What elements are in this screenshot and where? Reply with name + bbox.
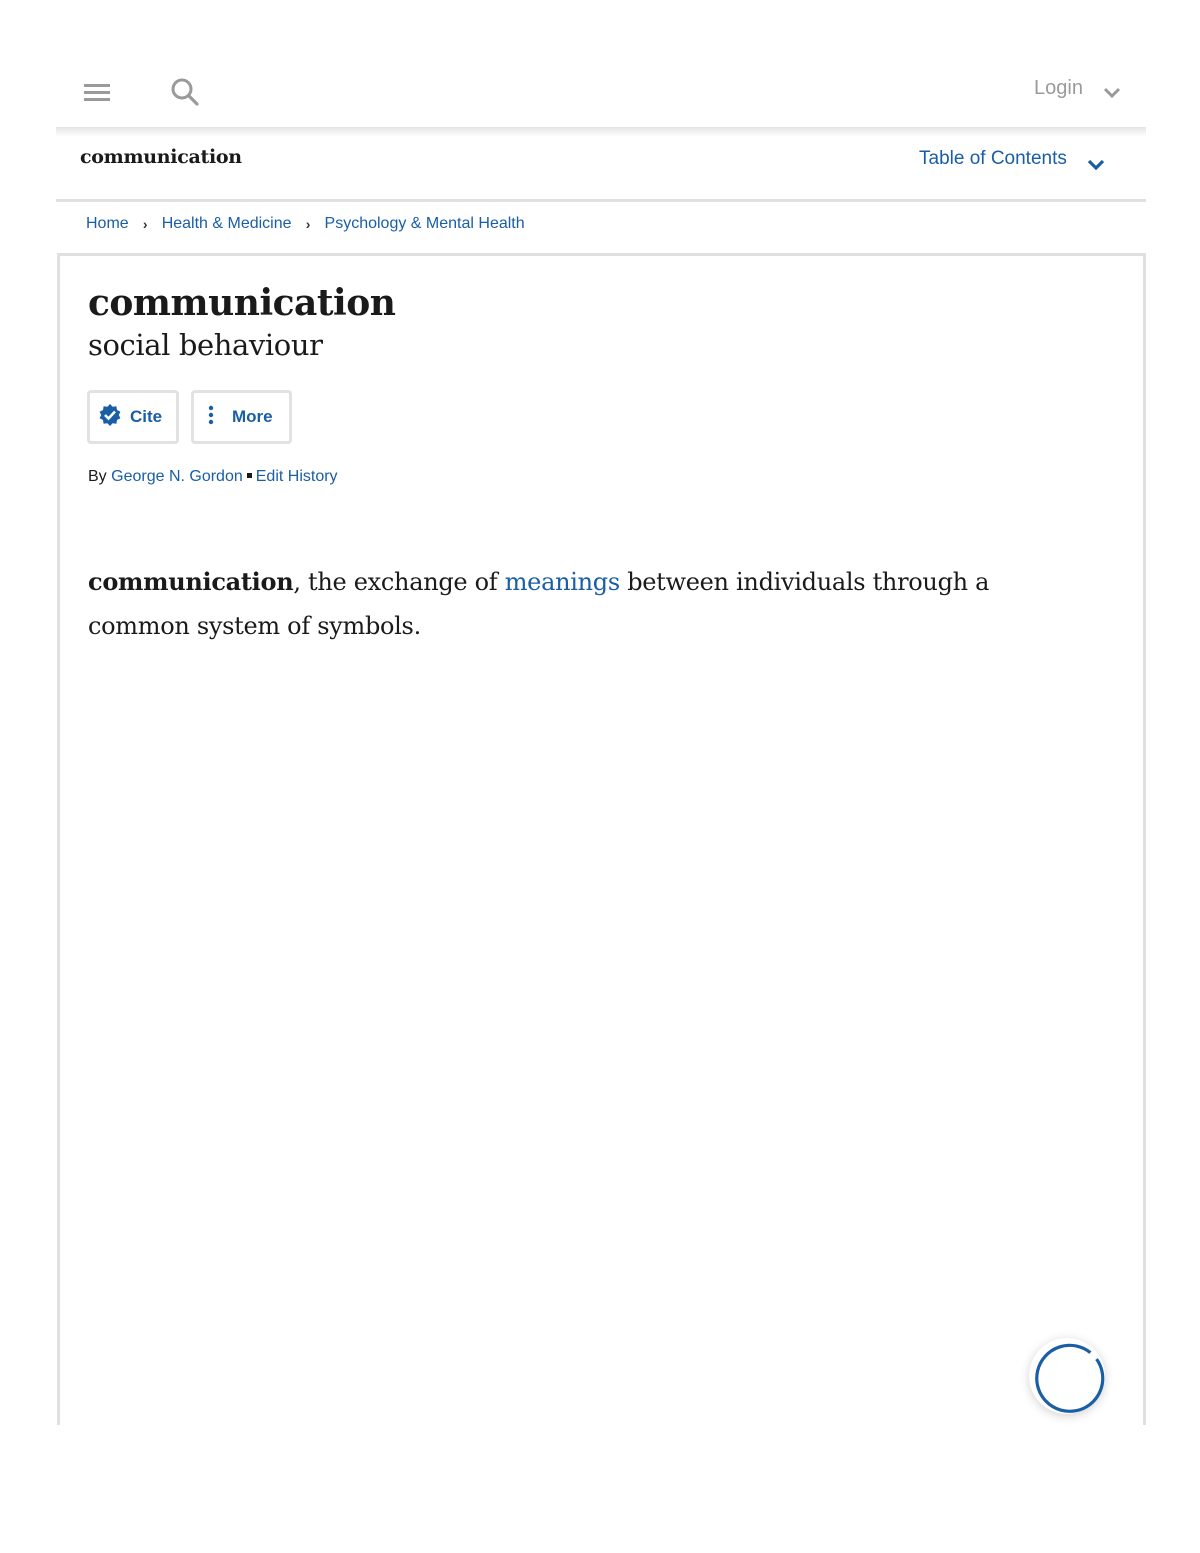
loading-spinner-icon xyxy=(1029,1338,1105,1414)
breadcrumb-health-medicine[interactable]: Health & Medicine xyxy=(162,215,292,233)
cite-button[interactable]: Cite xyxy=(87,390,179,444)
byline-separator xyxy=(246,472,252,478)
login-button[interactable]: Login xyxy=(1034,77,1083,100)
byline: By George N. Gordon Edit History xyxy=(88,468,338,486)
login-chevron-down-icon[interactable] xyxy=(1102,84,1122,100)
sticky-article-title: communication xyxy=(80,146,242,168)
article-intro-paragraph: communication, the exchange of meanings … xyxy=(88,560,1088,648)
edit-history-link[interactable]: Edit History xyxy=(256,468,338,485)
verified-badge-icon xyxy=(98,403,122,432)
breadcrumb: Home › Health & Medicine › Psychology & … xyxy=(86,215,525,233)
meanings-link[interactable]: meanings xyxy=(505,568,620,596)
hamburger-menu-icon[interactable] xyxy=(82,80,114,106)
byline-prefix: By xyxy=(88,468,107,485)
top-bar-shadow xyxy=(56,127,1146,137)
more-label: More xyxy=(232,407,273,426)
intro-term: communication xyxy=(88,567,294,596)
chevron-right-icon: › xyxy=(305,216,311,232)
more-button[interactable]: More xyxy=(191,390,292,444)
chevron-right-icon: › xyxy=(142,216,148,232)
article-title: communication xyxy=(88,282,396,324)
toc-chevron-down-icon[interactable] xyxy=(1086,156,1106,172)
top-navigation-bar xyxy=(56,60,1146,128)
breadcrumb-psychology-mental-health[interactable]: Psychology & Mental Health xyxy=(325,215,525,233)
search-icon[interactable] xyxy=(168,76,204,110)
vertical-dots-icon xyxy=(208,405,214,430)
cite-label: Cite xyxy=(130,407,163,426)
table-of-contents-button[interactable]: Table of Contents xyxy=(919,148,1067,170)
intro-text-before: , the exchange of xyxy=(293,568,505,596)
subbar-divider xyxy=(56,199,1146,202)
article-subtitle: social behaviour xyxy=(88,328,323,362)
breadcrumb-home[interactable]: Home xyxy=(86,215,129,233)
author-link[interactable]: George N. Gordon xyxy=(111,468,243,485)
